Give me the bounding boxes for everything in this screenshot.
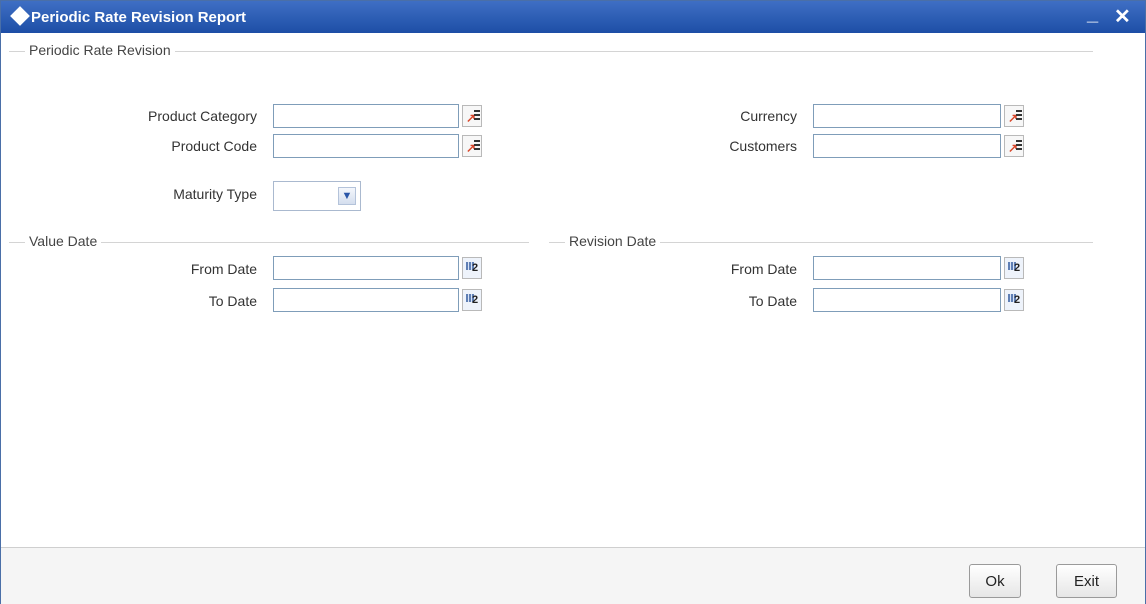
product-category-lov-button[interactable]: ↗ <box>462 105 482 127</box>
revision-to-date-label: To Date <box>748 293 797 309</box>
section-periodic-rate-revision: Periodic Rate Revision <box>25 42 175 58</box>
revision-to-date-calendar-button[interactable]: 2 <box>1004 289 1024 311</box>
report-window: Periodic Rate Revision Report _ ✕ Period… <box>0 0 1146 604</box>
revision-from-date-input[interactable] <box>813 256 1001 280</box>
section-value-date: Value Date <box>25 233 102 249</box>
revision-from-date-calendar-button[interactable]: 2 <box>1004 257 1024 279</box>
chevron-down-icon[interactable]: ▼ <box>338 187 356 205</box>
revision-from-date-label: From Date <box>730 261 797 277</box>
currency-label: Currency <box>740 108 797 124</box>
minimize-button[interactable]: _ <box>1087 3 1098 26</box>
footer-bar: Ok Exit <box>1 547 1145 604</box>
product-code-label: Product Code <box>171 138 257 154</box>
value-to-date-calendar-button[interactable]: 2 <box>462 289 482 311</box>
maturity-type-label: Maturity Type <box>173 186 257 202</box>
customers-label: Customers <box>729 138 797 154</box>
report-form: Periodic Rate Revision Product Category … <box>9 41 1137 543</box>
customers-input[interactable] <box>813 134 1001 158</box>
value-from-date-input[interactable] <box>273 256 459 280</box>
product-category-input[interactable] <box>273 104 459 128</box>
maturity-type-select[interactable]: ▼ <box>273 181 361 211</box>
product-code-lov-button[interactable]: ↗ <box>462 135 482 157</box>
revision-to-date-input[interactable] <box>813 288 1001 312</box>
close-button[interactable]: ✕ <box>1114 4 1131 29</box>
section-revision-date: Revision Date <box>565 233 661 249</box>
product-code-input[interactable] <box>273 134 459 158</box>
currency-input[interactable] <box>813 104 1001 128</box>
exit-button[interactable]: Exit <box>1056 564 1117 598</box>
window-title: Periodic Rate Revision Report <box>31 9 247 26</box>
diamond-icon <box>10 6 30 26</box>
value-from-date-label: From Date <box>190 261 257 277</box>
value-from-date-calendar-button[interactable]: 2 <box>462 257 482 279</box>
customers-lov-button[interactable]: ↗ <box>1004 135 1024 157</box>
value-to-date-input[interactable] <box>273 288 459 312</box>
currency-lov-button[interactable]: ↗ <box>1004 105 1024 127</box>
product-category-label: Product Category <box>148 108 257 124</box>
value-to-date-label: To Date <box>208 293 257 309</box>
ok-button[interactable]: Ok <box>969 564 1021 598</box>
title-bar: Periodic Rate Revision Report _ ✕ <box>1 1 1145 33</box>
